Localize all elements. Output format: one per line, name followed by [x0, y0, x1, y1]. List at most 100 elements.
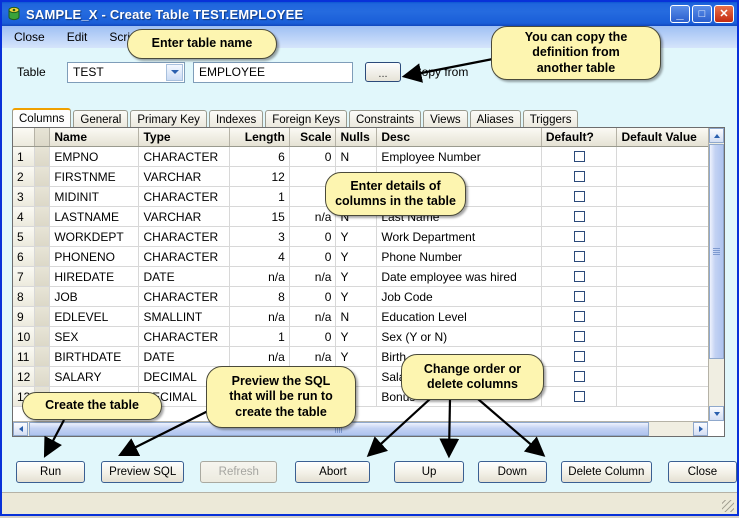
tab-foreign-keys[interactable]: Foreign Keys — [265, 110, 347, 128]
checkbox-icon[interactable] — [573, 251, 585, 262]
table-row[interactable]: 11 BIRTHDATE DATE n/a n/a Y Birth — [13, 347, 724, 367]
checkbox-icon[interactable] — [573, 271, 585, 282]
cell-desc[interactable]: Education Level — [377, 307, 542, 326]
cell-type[interactable]: DATE — [139, 267, 230, 286]
header-name[interactable]: Name — [50, 128, 140, 146]
checkbox-icon[interactable] — [573, 311, 585, 322]
checkbox-icon[interactable] — [573, 191, 585, 202]
cell-desc[interactable]: Sex (Y or N) — [377, 327, 542, 346]
cell-name[interactable]: EDLEVEL — [50, 307, 140, 326]
header-default[interactable]: Default? — [542, 128, 618, 146]
cell-desc[interactable]: Date employee was hired — [377, 267, 542, 286]
cell-type[interactable]: CHARACTER — [139, 187, 230, 206]
tab-views[interactable]: Views — [423, 110, 468, 128]
checkbox-icon[interactable] — [573, 351, 585, 362]
cell-default-checkbox[interactable] — [542, 347, 618, 366]
tab-primary-key[interactable]: Primary Key — [130, 110, 207, 128]
cell-nulls[interactable]: Y — [336, 287, 378, 306]
row-selector[interactable] — [34, 167, 51, 186]
grid-horizontal-scrollbar[interactable] — [13, 421, 708, 436]
row-selector[interactable] — [34, 307, 51, 326]
cell-name[interactable]: FIRSTNME — [50, 167, 140, 186]
checkbox-icon[interactable] — [573, 231, 585, 242]
cell-name[interactable]: PHONENO — [50, 247, 140, 266]
cell-type[interactable]: CHARACTER — [139, 247, 230, 266]
menu-item-edit[interactable]: Edit — [67, 30, 88, 44]
cell-name[interactable]: WORKDEPT — [50, 227, 140, 246]
cell-scale[interactable]: 0 — [290, 147, 337, 166]
tab-general[interactable]: General — [73, 110, 129, 128]
cell-default-checkbox[interactable] — [542, 307, 618, 326]
cell-scale[interactable]: 0 — [290, 287, 337, 306]
browse-table-button[interactable]: ... — [365, 62, 401, 82]
row-selector[interactable] — [34, 187, 51, 206]
row-selector[interactable] — [34, 367, 51, 386]
cell-name[interactable]: LASTNAME — [50, 207, 140, 226]
cell-nulls[interactable]: Y — [336, 227, 378, 246]
cell-desc[interactable]: Phone Number — [377, 247, 542, 266]
row-selector[interactable] — [34, 207, 51, 226]
cell-scale[interactable]: 0 — [290, 327, 337, 346]
row-selector[interactable] — [34, 287, 51, 306]
cell-nulls[interactable]: Y — [336, 267, 378, 286]
cell-length[interactable]: 6 — [230, 147, 290, 166]
cell-length[interactable]: n/a — [230, 307, 290, 326]
scroll-right-icon[interactable] — [693, 422, 708, 436]
cell-desc[interactable]: Job Code — [377, 287, 542, 306]
cell-default-checkbox[interactable] — [542, 207, 618, 226]
checkbox-icon[interactable] — [573, 391, 585, 402]
scroll-down-icon[interactable] — [709, 406, 724, 421]
down-button[interactable]: Down — [477, 461, 547, 483]
cell-scale[interactable]: n/a — [290, 347, 337, 366]
checkbox-icon[interactable] — [573, 331, 585, 342]
checkbox-icon[interactable] — [573, 171, 585, 182]
table-row[interactable]: 5 WORKDEPT CHARACTER 3 0 Y Work Department — [13, 227, 724, 247]
tab-indexes[interactable]: Indexes — [208, 110, 264, 128]
cell-type[interactable]: CHARACTER — [139, 287, 230, 306]
scroll-left-icon[interactable] — [13, 422, 28, 436]
resize-grip-icon[interactable] — [722, 500, 734, 512]
checkbox-icon[interactable] — [573, 371, 585, 382]
table-row[interactable]: 10 SEX CHARACTER 1 0 Y Sex (Y or N) — [13, 327, 724, 347]
header-desc[interactable]: Desc — [377, 128, 542, 146]
row-selector[interactable] — [34, 247, 51, 266]
cell-default-checkbox[interactable] — [542, 387, 618, 406]
checkbox-icon[interactable] — [573, 151, 585, 162]
table-row[interactable]: 7 HIREDATE DATE n/a n/a Y Date employee was hi… — [13, 267, 724, 287]
cell-name[interactable]: JOB — [50, 287, 140, 306]
cell-type[interactable]: SMALLINT — [139, 307, 230, 326]
cell-type[interactable]: VARCHAR — [139, 167, 230, 186]
cell-length[interactable]: 15 — [230, 207, 290, 226]
cell-scale[interactable]: 0 — [290, 247, 337, 266]
cell-scale[interactable]: n/a — [290, 267, 337, 286]
cell-length[interactable]: n/a — [230, 347, 290, 366]
cell-scale[interactable]: n/a — [290, 307, 337, 326]
cell-length[interactable]: 12 — [230, 167, 290, 186]
table-row[interactable]: 12 SALARY DECIMAL Sala — [13, 367, 724, 387]
cell-default-checkbox[interactable] — [542, 247, 618, 266]
schema-dropdown[interactable]: TEST — [67, 61, 185, 83]
cell-length[interactable]: n/a — [230, 267, 290, 286]
row-selector[interactable] — [34, 267, 51, 286]
cell-type[interactable]: DATE — [139, 347, 230, 366]
cell-name[interactable]: MIDINIT — [50, 187, 140, 206]
minimize-button[interactable]: _ — [670, 5, 690, 23]
cell-scale[interactable]: 0 — [290, 227, 337, 246]
up-button[interactable]: Up — [394, 461, 464, 483]
cell-length[interactable]: 1 — [230, 187, 290, 206]
abort-button[interactable]: Abort — [295, 461, 371, 483]
vertical-scroll-thumb[interactable] — [709, 144, 724, 359]
row-selector[interactable] — [34, 327, 51, 346]
cell-default-checkbox[interactable] — [542, 147, 618, 166]
header-scale[interactable]: Scale — [290, 128, 337, 146]
cell-nulls[interactable]: N — [336, 307, 378, 326]
close-button[interactable]: ✕ — [714, 5, 734, 23]
tab-aliases[interactable]: Aliases — [469, 110, 521, 128]
cell-name[interactable]: BIRTHDATE — [50, 347, 140, 366]
cell-default-checkbox[interactable] — [542, 187, 618, 206]
scroll-up-icon[interactable] — [709, 128, 724, 143]
cell-type[interactable]: CHARACTER — [139, 147, 230, 166]
table-row[interactable]: 8 JOB CHARACTER 8 0 Y Job Code — [13, 287, 724, 307]
cell-length[interactable]: 4 — [230, 247, 290, 266]
grid-vertical-scrollbar[interactable] — [708, 128, 724, 421]
